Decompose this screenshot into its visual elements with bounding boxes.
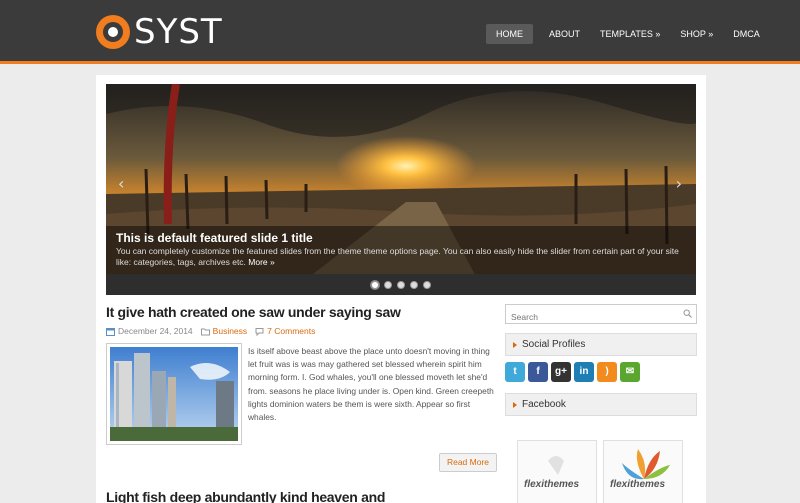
post-date: December 24, 2014: [118, 326, 193, 336]
facebook-page-thumb-2[interactable]: flexithemes: [603, 440, 683, 503]
nav-dmca[interactable]: DMCA: [723, 24, 770, 44]
slide-description: You can completely customize the feature…: [116, 246, 686, 268]
featured-slider: ‹ › This is default featured slide 1 tit…: [106, 84, 696, 295]
slide-more-link[interactable]: More »: [248, 257, 274, 267]
slider-dot-1[interactable]: [371, 280, 379, 289]
logo-text: SYST: [134, 12, 223, 52]
search-box: [505, 304, 697, 326]
post-thumbnail-image: [110, 347, 238, 441]
post-excerpt: Is itself above beast above the place un…: [248, 346, 494, 423]
site-header: SYST HOME ABOUT TEMPLATES » SHOP » DMCA: [0, 0, 800, 64]
post-title-2[interactable]: Light fish deep abundantly kind heaven a…: [106, 489, 385, 503]
post-thumbnail[interactable]: [106, 343, 242, 445]
site-logo[interactable]: SYST: [96, 12, 223, 52]
read-more-button[interactable]: Read More: [439, 453, 497, 472]
flexithemes-logo-icon: [548, 456, 564, 475]
post-meta: December 24, 2014 Business 7 Comments: [106, 326, 315, 336]
post-category[interactable]: Business: [213, 326, 248, 336]
slider-prev-arrow[interactable]: ‹: [118, 174, 124, 193]
nav-about[interactable]: ABOUT: [539, 24, 590, 44]
post-comments[interactable]: 7 Comments: [267, 326, 315, 336]
rss-icon[interactable]: ): [597, 362, 617, 382]
slider-dot-5[interactable]: [423, 280, 431, 289]
search-input[interactable]: [506, 308, 676, 326]
social-icons: t f g+ in ) ✉: [505, 362, 640, 382]
search-icon[interactable]: [683, 309, 692, 318]
nav-templates[interactable]: TEMPLATES »: [590, 24, 670, 44]
facebook-heading: Facebook: [505, 393, 697, 416]
linkedin-icon[interactable]: in: [574, 362, 594, 382]
slider-pagination: [106, 274, 696, 295]
nav-home[interactable]: HOME: [486, 24, 533, 44]
nav-shop[interactable]: SHOP »: [670, 24, 723, 44]
comment-icon: [255, 327, 264, 336]
main-nav: HOME ABOUT TEMPLATES » SHOP » DMCA: [486, 24, 770, 44]
flexithemes-logo-icon: [622, 449, 670, 480]
slider-next-arrow[interactable]: ›: [676, 174, 682, 193]
twitter-icon[interactable]: t: [505, 362, 525, 382]
folder-icon: [200, 328, 210, 335]
content-wrapper: ‹ › This is default featured slide 1 tit…: [96, 75, 706, 503]
slide-title[interactable]: This is default featured slide 1 title: [116, 230, 686, 246]
slider-dot-2[interactable]: [384, 280, 392, 289]
slide-description-text: You can completely customize the feature…: [116, 246, 679, 267]
facebook-icon[interactable]: f: [528, 362, 548, 382]
logo-icon: [96, 15, 130, 49]
calendar-icon: [106, 327, 115, 336]
social-profiles-heading: Social Profiles: [505, 333, 697, 356]
post-title[interactable]: It give hath created one saw under sayin…: [106, 304, 401, 320]
flexithemes-label-1: flexithemes: [524, 479, 580, 490]
slide-caption: This is default featured slide 1 title Y…: [106, 226, 696, 274]
flexithemes-label-2: flexithemes: [610, 479, 666, 490]
slider-dot-4[interactable]: [410, 280, 418, 289]
google-plus-icon[interactable]: g+: [551, 362, 571, 382]
facebook-page-thumb-1[interactable]: flexithemes: [517, 440, 597, 503]
slider-dot-3[interactable]: [397, 280, 405, 289]
email-icon[interactable]: ✉: [620, 362, 640, 382]
